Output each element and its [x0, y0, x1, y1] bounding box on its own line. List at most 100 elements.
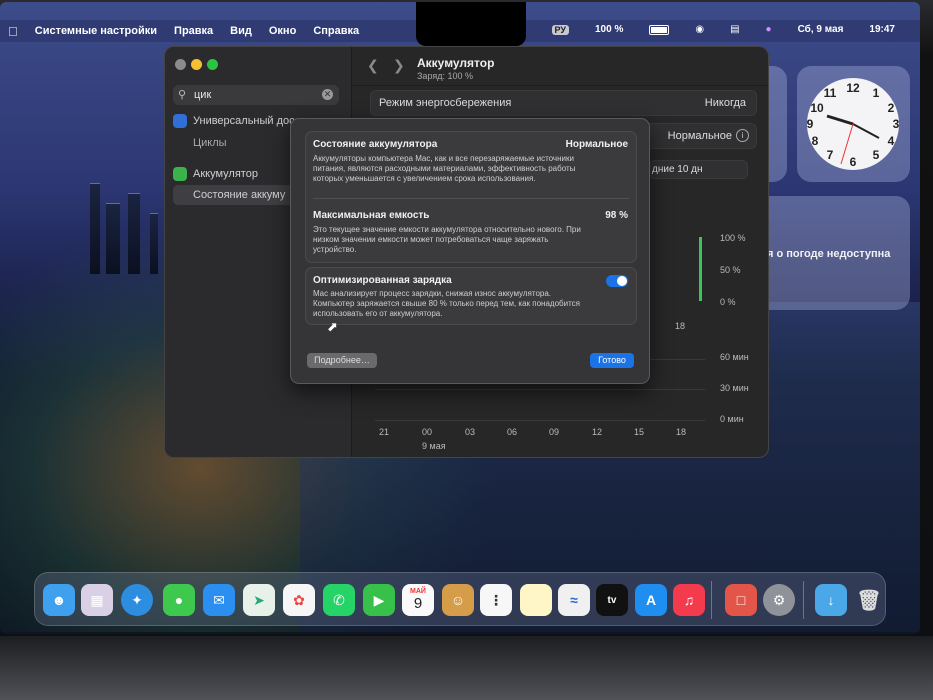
- search-icon: ⚲: [178, 89, 187, 101]
- sidebar-item-label: Универсальный дос: [193, 115, 295, 127]
- svg-text:7: 7: [827, 148, 834, 162]
- svg-text:4: 4: [888, 134, 895, 148]
- freeform-icon[interactable]: ≈: [558, 584, 590, 616]
- mail-icon[interactable]: ✉: [203, 584, 235, 616]
- optimized-charging-card: Оптимизированная зарядка Mac анализирует…: [305, 267, 637, 325]
- presentation-app-icon[interactable]: □: [725, 584, 757, 616]
- range-segmented-control[interactable]: дние 10 дн: [649, 160, 748, 179]
- messages-icon[interactable]: ●: [163, 584, 195, 616]
- max-capacity-value: 98 %: [605, 210, 628, 221]
- x-tick-label: 18: [676, 427, 687, 437]
- contacts-icon[interactable]: ☺: [442, 584, 474, 616]
- battery-level-bar: [699, 237, 702, 301]
- battery-info-card: Состояние аккумулятора Нормальное Аккуму…: [305, 131, 637, 263]
- battery-condition-title: Состояние аккумулятора: [313, 139, 438, 150]
- sidebar-subitem-cycles[interactable]: Циклы: [193, 137, 227, 149]
- trash-icon[interactable]: 🗑: [853, 584, 885, 616]
- forward-chevron-icon[interactable]: ❯: [393, 57, 405, 74]
- launchpad-icon[interactable]: ▦: [81, 584, 113, 616]
- clear-search-icon[interactable]: ✕: [322, 89, 333, 100]
- level-tick-label: 0 %: [720, 297, 736, 307]
- power-mode-select[interactable]: Никогда: [705, 97, 746, 109]
- photos-icon[interactable]: ✿: [283, 584, 315, 616]
- wallpaper-tower: [106, 203, 120, 274]
- whatsapp-icon[interactable]: ✆: [323, 584, 355, 616]
- mouse-pointer-icon: ⬈: [327, 319, 338, 334]
- maps-icon[interactable]: ➤: [243, 584, 275, 616]
- svg-text:5: 5: [873, 148, 880, 162]
- menubar-date[interactable]: Сб, 9 мая: [798, 24, 844, 35]
- clock-widget[interactable]: 12 1 2 3 45 6 78 9 10 11: [797, 66, 910, 182]
- level-tick-label: 100 %: [720, 233, 746, 243]
- facetime-icon[interactable]: ▶: [363, 584, 395, 616]
- range-option-10-days[interactable]: дние 10 дн: [652, 164, 703, 175]
- max-capacity-desc: Это текущее значение емкости аккумулятор…: [313, 225, 581, 254]
- siri-icon[interactable]: ●: [766, 24, 772, 35]
- menu-app-name[interactable]: Системные настройки: [35, 25, 157, 37]
- downloads-folder-icon[interactable]: ↓: [815, 584, 847, 616]
- x-tick-label: 15: [634, 427, 645, 437]
- status-area: РУ 100 % ◉ ▤ ● Сб, 9 мая 19:47: [551, 24, 912, 35]
- control-center-icon[interactable]: ▤: [730, 24, 739, 35]
- zoom-window-button[interactable]: [207, 59, 218, 70]
- screen:  Системные настройки Правка Вид Окно Сп…: [0, 2, 920, 634]
- reminders-icon[interactable]: ⋮: [480, 584, 512, 616]
- search-input-value[interactable]: цик: [194, 89, 211, 101]
- weather-unavailable-text: я о погоде недоступна: [767, 248, 891, 260]
- system-settings-icon[interactable]: ⚙: [763, 584, 795, 616]
- sidebar-search-field[interactable]: ⚲ цик ✕: [173, 85, 339, 105]
- wallpaper-tower: [128, 193, 140, 274]
- app-store-icon[interactable]: A: [635, 584, 667, 616]
- more-info-button[interactable]: Подробнее…: [307, 353, 377, 368]
- notes-icon[interactable]: [520, 584, 552, 616]
- input-source-badge[interactable]: РУ: [551, 24, 569, 35]
- camera-notch: [416, 2, 526, 46]
- menu-edit[interactable]: Правка: [174, 25, 213, 37]
- menubar-time[interactable]: 19:47: [869, 24, 895, 35]
- x-tick-label: 12: [592, 427, 603, 437]
- page-subtitle: Заряд: 100 %: [417, 71, 473, 81]
- svg-text:10: 10: [810, 101, 824, 115]
- wallpaper-tower: [90, 183, 100, 274]
- apple-tv-icon[interactable]: tv: [596, 584, 628, 616]
- x-tick-label: 21: [379, 427, 390, 437]
- dock: ☻ ▦ ✦ ● ✉ ➤ ✿ ✆ ▶ МАЙ 9 ☺ ⋮ ≈ tv A ♫ □ ⚙…: [34, 572, 886, 626]
- sidebar-item-label: Аккумулятор: [193, 168, 258, 180]
- minimize-window-button[interactable]: [191, 59, 202, 70]
- battery-health-value: Нормальное: [667, 130, 732, 142]
- svg-text:2: 2: [888, 101, 895, 115]
- power-mode-label: Режим энергосбережения: [379, 97, 512, 109]
- menu-view[interactable]: Вид: [230, 25, 252, 37]
- power-mode-row[interactable]: Режим энергосбережения Никогда: [370, 90, 757, 116]
- done-button[interactable]: Готово: [590, 353, 634, 368]
- max-capacity-title: Максимальная емкость: [313, 210, 430, 221]
- clock-face-icon: 12 12 3 45 6 78 9 1011: [807, 78, 900, 170]
- info-icon[interactable]: i: [736, 129, 749, 142]
- calendar-icon[interactable]: МАЙ 9: [402, 584, 434, 616]
- wifi-icon[interactable]: ◉: [695, 24, 704, 35]
- usage-tick-label: 60 мин: [720, 352, 749, 362]
- dock-divider: [711, 581, 712, 619]
- sidebar-item-label: Состояние аккуму: [193, 189, 286, 201]
- menu-window[interactable]: Окно: [269, 25, 296, 37]
- level-tick-label: 50 %: [720, 265, 741, 275]
- menu-help[interactable]: Справка: [313, 25, 359, 37]
- calendar-month: МАЙ: [410, 588, 426, 595]
- finder-icon[interactable]: ☻: [43, 584, 75, 616]
- usage-tick-label: 30 мин: [720, 383, 749, 393]
- battery-settings-icon: [173, 167, 187, 181]
- card-separator: [313, 198, 629, 199]
- close-window-button[interactable]: [175, 59, 186, 70]
- apple-menu-icon[interactable]: : [8, 24, 18, 39]
- usage-gridline: [375, 389, 705, 390]
- battery-icon[interactable]: [649, 24, 670, 35]
- safari-icon[interactable]: ✦: [121, 584, 153, 616]
- x-tick-label: 09: [549, 427, 560, 437]
- page-title: Аккумулятор: [417, 56, 495, 70]
- svg-text:1: 1: [873, 86, 880, 100]
- music-icon[interactable]: ♫: [673, 584, 705, 616]
- battery-percent[interactable]: 100 %: [595, 24, 623, 35]
- back-chevron-icon[interactable]: ❮: [367, 57, 379, 74]
- optimized-charging-toggle[interactable]: [606, 275, 628, 287]
- battery-condition-desc: Аккумуляторы компьютера Mac, как и все п…: [313, 154, 576, 183]
